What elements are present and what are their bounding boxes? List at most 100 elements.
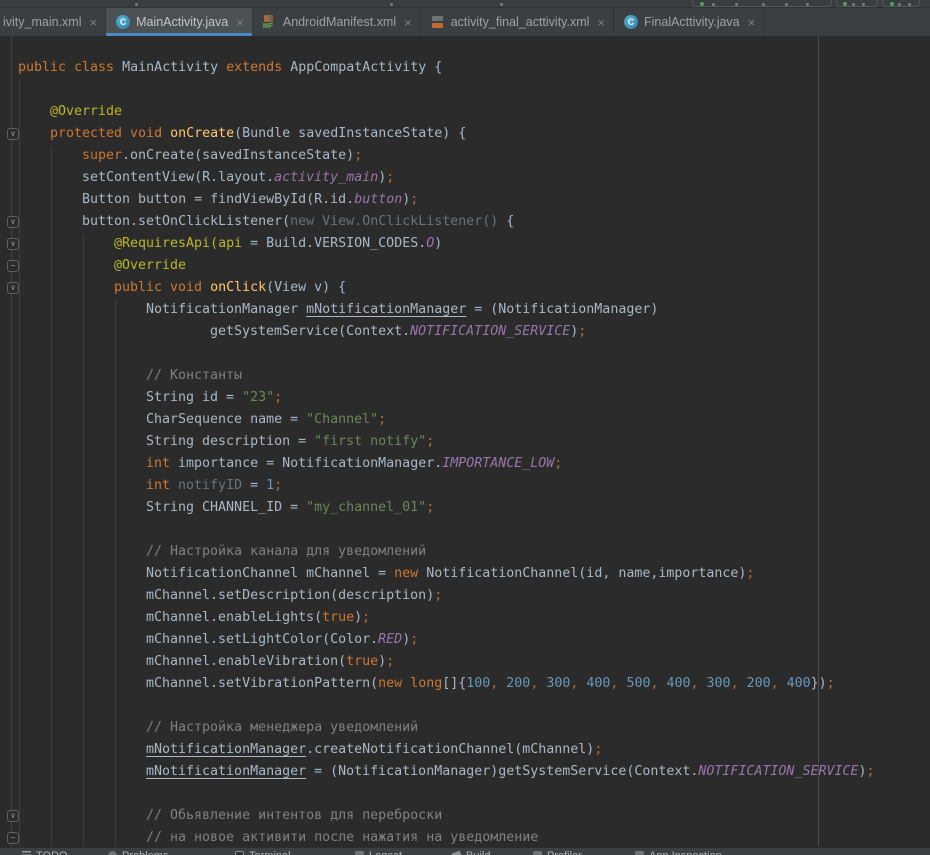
code-token: AppCompatActivity { xyxy=(290,60,442,75)
toolbar-dot xyxy=(908,3,911,6)
code-line[interactable]: mNotificationManager.createNotificationC… xyxy=(0,739,930,761)
toolbar-dot xyxy=(735,3,738,6)
code-token: NOTIFICATION_SERVICE xyxy=(698,764,858,779)
code-line[interactable]: String description = "first notify"; xyxy=(0,431,930,453)
tool-window-button[interactable]: Problems xyxy=(108,850,168,855)
code-token: mNotificationManager xyxy=(146,742,306,757)
code-line[interactable]: mNotificationManager = (NotificationMana… xyxy=(0,761,930,783)
code-line[interactable]: protected void onCreate(Bundle savedInst… xyxy=(0,123,930,145)
code-line[interactable]: mChannel.enableLights(true); xyxy=(0,607,930,629)
fold-toggle-icon[interactable]: − xyxy=(7,260,19,272)
toolbar-dot xyxy=(785,3,788,6)
toolbar-dot xyxy=(806,3,809,6)
code-token: ) xyxy=(354,610,362,625)
code-line[interactable] xyxy=(0,343,930,365)
code-token: ) xyxy=(378,654,386,669)
code-line[interactable]: // Константы xyxy=(0,365,930,387)
code-token: String description = xyxy=(146,434,314,449)
code-line[interactable]: // на новое активити после нажатия на ув… xyxy=(0,827,930,847)
code-line[interactable] xyxy=(0,519,930,541)
code-token: super xyxy=(82,148,122,163)
tool-window-button[interactable]: Terminal xyxy=(235,850,291,855)
code-line[interactable]: @Override xyxy=(0,101,930,123)
code-line[interactable]: CharSequence name = "Channel"; xyxy=(0,409,930,431)
code-token: 200 xyxy=(506,676,530,691)
code-line[interactable] xyxy=(0,783,930,805)
fold-toggle-icon[interactable]: ∨ xyxy=(7,238,19,250)
code-token: // Константы xyxy=(146,368,242,383)
close-icon[interactable]: × xyxy=(748,16,756,29)
fold-toggle-icon[interactable]: ∨ xyxy=(7,216,19,228)
code-token: setContentView(R.layout. xyxy=(82,170,274,185)
toolbar-dot xyxy=(500,3,503,6)
code-line[interactable]: NotificationManager mNotificationManager… xyxy=(0,299,930,321)
code-token: public class xyxy=(18,60,122,75)
close-icon[interactable]: × xyxy=(90,16,98,29)
android-manifest-icon: MF xyxy=(263,15,277,29)
fold-toggle-icon[interactable]: ∨ xyxy=(7,810,19,822)
code-line[interactable]: getSystemService(Context.NOTIFICATION_SE… xyxy=(0,321,930,343)
tab-label: ivity_main.xml xyxy=(3,15,82,29)
fold-toggle-icon[interactable]: ∨ xyxy=(7,282,19,294)
code-token: // Обьявление интентов для переброски xyxy=(146,808,442,823)
fold-toggle-icon[interactable]: − xyxy=(7,832,19,844)
close-icon[interactable]: × xyxy=(597,16,605,29)
code-line[interactable]: public void onClick(View v) { xyxy=(0,277,930,299)
code-line[interactable]: mChannel.setVibrationPattern(new long[]{… xyxy=(0,673,930,695)
editor-tab[interactable]: CMainActivity.java× xyxy=(106,8,253,36)
code-token: RED xyxy=(378,632,402,647)
run-status-dot xyxy=(700,2,704,6)
code-token: }) xyxy=(811,676,827,691)
code-line[interactable]: int notifyID = 1; xyxy=(0,475,930,497)
tool-window-button[interactable]: App Inspection xyxy=(635,850,722,855)
logcat-icon xyxy=(355,851,364,855)
device-button-group[interactable] xyxy=(882,0,920,7)
code-line[interactable]: NotificationChannel mChannel = new Notif… xyxy=(0,563,930,585)
code-line[interactable]: int importance = NotificationManager.IMP… xyxy=(0,453,930,475)
code-token: = xyxy=(242,478,266,493)
code-editor[interactable]: public class MainActivity extends AppCom… xyxy=(0,36,930,847)
code-line[interactable]: String id = "23"; xyxy=(0,387,930,409)
code-token: ) xyxy=(858,764,866,779)
tool-window-label: TODO xyxy=(36,850,68,855)
code-line[interactable]: Button button = findViewById(R.id.button… xyxy=(0,189,930,211)
tool-window-button[interactable]: Logcat xyxy=(355,850,402,855)
code-line[interactable]: public class MainActivity extends AppCom… xyxy=(0,57,930,79)
code-line[interactable]: mChannel.setLightColor(Color.RED); xyxy=(0,629,930,651)
code-token: ; xyxy=(410,192,418,207)
tool-window-label: App Inspection xyxy=(649,850,722,855)
toolbar-dot xyxy=(135,3,138,6)
editor-tab[interactable]: CFinalActtivity.java× xyxy=(614,8,764,36)
close-icon[interactable]: × xyxy=(236,16,244,29)
code-line[interactable]: @Override xyxy=(0,255,930,277)
code-token: []{ xyxy=(442,676,466,691)
tab-label: activity_final_acttivity.xml xyxy=(451,15,590,29)
code-token: CharSequence name = xyxy=(146,412,306,427)
close-icon[interactable]: × xyxy=(404,16,412,29)
code-line[interactable] xyxy=(0,79,930,101)
editor-tab[interactable]: activity_final_acttivity.xml × xyxy=(421,8,614,36)
code-line[interactable]: // Обьявление интентов для переброски xyxy=(0,805,930,827)
code-line[interactable] xyxy=(0,695,930,717)
code-line[interactable]: // Настройка менеджера уведомлений xyxy=(0,717,930,739)
code-line[interactable]: mChannel.setDescription(description); xyxy=(0,585,930,607)
code-line[interactable]: mChannel.enableVibration(true); xyxy=(0,651,930,673)
editor-tab[interactable]: ivity_main.xml × xyxy=(0,8,106,36)
code-line[interactable]: setContentView(R.layout.activity_main); xyxy=(0,167,930,189)
code-token: MainActivity xyxy=(122,60,226,75)
code-line[interactable]: // Настройка канала для уведомлений xyxy=(0,541,930,563)
fold-toggle-icon[interactable]: ∨ xyxy=(7,128,19,140)
code-token: new xyxy=(394,566,426,581)
tool-window-button[interactable]: TODO xyxy=(22,850,68,855)
code-line[interactable]: super.onCreate(savedInstanceState); xyxy=(0,145,930,167)
code-token: 400 xyxy=(666,676,690,691)
tool-window-label: Problems xyxy=(122,850,168,855)
code-line[interactable]: button.setOnClickListener(new View.OnCli… xyxy=(0,211,930,233)
tool-window-button[interactable]: Profiler xyxy=(533,850,582,855)
code-line[interactable]: @RequiresApi(api = Build.VERSION_CODES.O… xyxy=(0,233,930,255)
code-token: .onCreate(savedInstanceState) xyxy=(122,148,354,163)
code-line[interactable]: String CHANNEL_ID = "my_channel_01"; xyxy=(0,497,930,519)
editor-tab[interactable]: MFAndroidManifest.xml× xyxy=(253,8,421,36)
tool-window-button[interactable]: Build xyxy=(452,850,490,855)
toolbar-dot xyxy=(712,3,715,6)
